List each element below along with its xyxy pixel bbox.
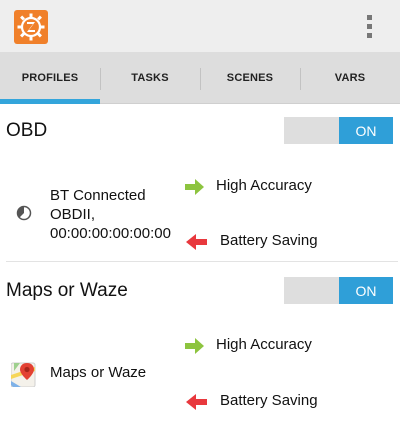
context-line: 00:00:00:00:00:00 bbox=[50, 225, 171, 242]
app-bar bbox=[0, 0, 400, 52]
bluetooth-state-icon bbox=[16, 205, 32, 226]
green-arrow-right-icon bbox=[185, 179, 204, 195]
toggle-on-label: ON bbox=[339, 277, 393, 304]
tab-selected-indicator bbox=[0, 99, 100, 104]
exit-task[interactable]: Battery Saving bbox=[184, 391, 384, 413]
profile-divider bbox=[6, 261, 398, 262]
enter-task-label: High Accuracy bbox=[216, 177, 312, 194]
profile-toggle[interactable]: ON bbox=[284, 117, 393, 144]
tab-vars[interactable]: VARS bbox=[300, 52, 400, 104]
enter-task[interactable]: High Accuracy bbox=[184, 335, 384, 357]
tab-profiles[interactable]: PROFILES bbox=[0, 52, 100, 104]
red-arrow-left-icon bbox=[186, 394, 207, 410]
profile-name[interactable]: Maps or Waze bbox=[6, 280, 128, 302]
context-line: Maps or Waze bbox=[50, 364, 147, 381]
exit-task-label: Battery Saving bbox=[220, 392, 318, 409]
context-line: BT Connected bbox=[50, 187, 146, 204]
profile-context[interactable]: BT Connected OBDII, 00:00:00:00:00:00 bbox=[50, 186, 171, 243]
toggle-on-label: ON bbox=[339, 117, 393, 144]
tab-scenes[interactable]: SCENES bbox=[200, 52, 300, 104]
profile-name[interactable]: OBD bbox=[6, 120, 47, 142]
profile-context[interactable]: Maps or Waze bbox=[50, 363, 146, 382]
overflow-menu-icon[interactable] bbox=[360, 12, 380, 40]
enter-task-label: High Accuracy bbox=[216, 336, 312, 353]
exit-task[interactable]: Battery Saving bbox=[184, 231, 384, 253]
tab-tasks[interactable]: TASKS bbox=[100, 52, 200, 104]
context-line: OBDII, bbox=[50, 206, 96, 223]
tasker-gear-icon[interactable] bbox=[14, 10, 48, 44]
green-arrow-right-icon bbox=[185, 338, 204, 354]
tab-bar: PROFILES TASKS SCENES VARS bbox=[0, 52, 400, 104]
red-arrow-left-icon bbox=[186, 234, 207, 250]
profile-toggle[interactable]: ON bbox=[284, 277, 393, 304]
exit-task-label: Battery Saving bbox=[220, 232, 318, 249]
google-maps-icon bbox=[10, 361, 37, 392]
enter-task[interactable]: High Accuracy bbox=[184, 176, 384, 198]
